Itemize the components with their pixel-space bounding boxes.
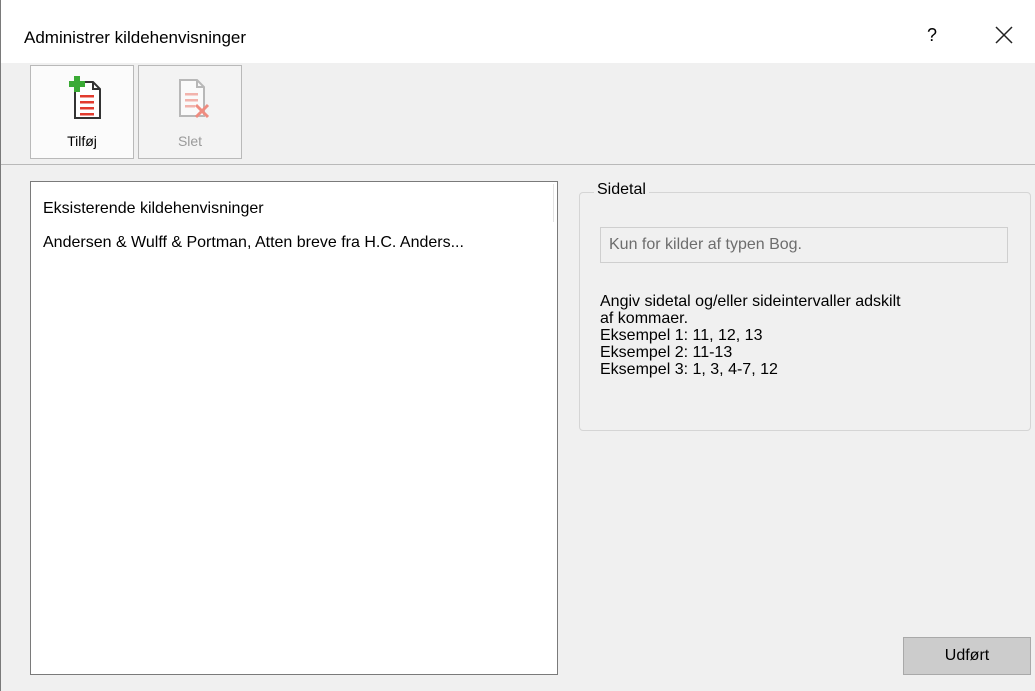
help-line: Angiv sidetal og/eller sideintervaller a… [600, 293, 901, 310]
help-button[interactable]: ? [917, 20, 947, 50]
help-line: Eksempel 2: 11-13 [600, 344, 733, 361]
add-button-label: Tilføj [67, 133, 97, 149]
manage-sources-dialog: Administrer kildehenvisninger ? Tilføj S… [0, 0, 1035, 691]
page-numbers-legend: Sidetal [594, 181, 649, 199]
help-line: af kommaer. [600, 310, 689, 327]
sources-list[interactable]: Eksisterende kildehenvisninger Andersen … [30, 181, 558, 675]
title-bar: Administrer kildehenvisninger ? [1, 0, 1035, 63]
help-line: Eksempel 3: 1, 3, 4-7, 12 [600, 361, 778, 378]
dialog-title: Administrer kildehenvisninger [24, 28, 247, 47]
column-divider [553, 184, 554, 222]
list-item[interactable]: Andersen & Wulff & Portman, Atten breve … [43, 234, 553, 252]
help-line: Eksempel 1: 11, 12, 13 [600, 327, 763, 344]
close-button[interactable] [987, 18, 1021, 52]
done-button[interactable]: Udført [903, 637, 1031, 675]
add-document-icon [69, 76, 101, 119]
delete-button-label: Slet [177, 133, 203, 149]
close-icon [995, 26, 1013, 44]
page-numbers-help: Angiv sidetal og/eller sideintervaller a… [600, 293, 901, 378]
delete-document-icon [179, 79, 210, 119]
sources-list-header: Eksisterende kildehenvisninger [43, 200, 264, 217]
page-numbers-group: Sidetal Kun for kilder af typen Bog. Ang… [579, 181, 1031, 431]
page-numbers-input[interactable]: Kun for kilder af typen Bog. [600, 227, 1008, 263]
add-button[interactable]: Tilføj [30, 65, 134, 159]
delete-button[interactable]: Slet [138, 65, 242, 159]
toolbar: Tilføj Slet [1, 63, 1035, 165]
